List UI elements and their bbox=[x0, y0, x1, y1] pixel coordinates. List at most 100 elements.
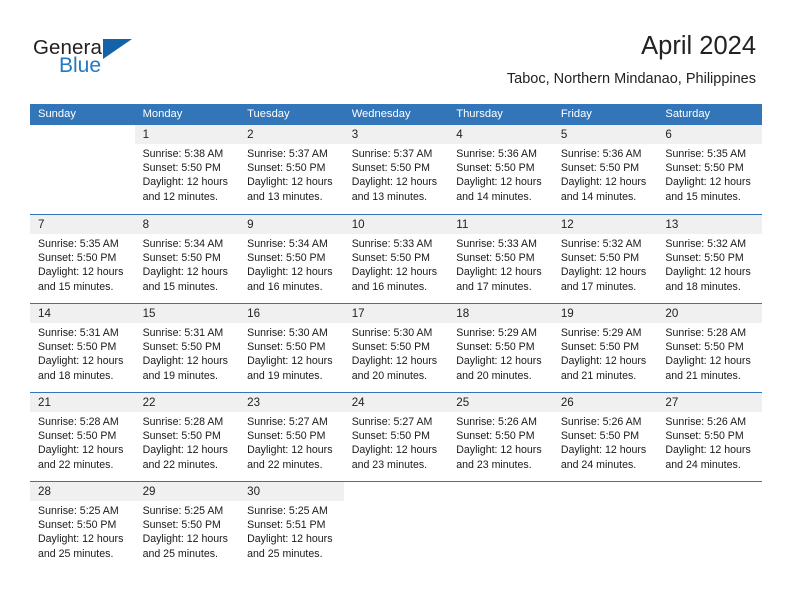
daylight-text-line2: and 22 minutes. bbox=[247, 458, 323, 471]
day-number: 8 bbox=[134, 215, 240, 234]
sunrise-text: Sunrise: 5:37 AM bbox=[351, 148, 433, 160]
daylight-text-line2: and 21 minutes. bbox=[665, 369, 741, 382]
sunset-text: Sunset: 5:50 PM bbox=[665, 162, 744, 175]
sunrise-text: Sunrise: 5:33 AM bbox=[351, 238, 433, 250]
day-number: 5 bbox=[552, 125, 658, 144]
page-subtitle: Taboc, Northern Mindanao, Philippines bbox=[506, 71, 756, 87]
calendar-day-cell[interactable]: 10 Sunrise: 5:33 AM Sunset: 5:50 PM Dayligh… bbox=[343, 215, 449, 303]
calendar-day-cell[interactable]: 23 Sunrise: 5:27 AM Sunset: 5:50 PM Dayligh… bbox=[239, 393, 344, 481]
sunset-text: Sunset: 5:50 PM bbox=[142, 341, 221, 354]
calendar-day-cell[interactable]: 30 Sunrise: 5:25 AM Sunset: 5:51 PM Dayligh… bbox=[239, 482, 344, 570]
calendar-day-cell-empty bbox=[553, 482, 658, 570]
daylight-text-line2: and 25 minutes. bbox=[142, 547, 218, 560]
calendar-day-cell[interactable]: 26 Sunrise: 5:26 AM Sunset: 5:50 PM Dayligh… bbox=[552, 393, 658, 481]
daylight-text-line1: Daylight: 12 hours bbox=[38, 266, 124, 279]
day-number: 27 bbox=[657, 393, 762, 412]
logo-text-blue: Blue bbox=[59, 54, 102, 77]
calendar-day-cell[interactable]: 18 Sunrise: 5:29 AM Sunset: 5:50 PM Dayligh… bbox=[448, 304, 553, 392]
calendar-day-cell[interactable]: 2 Sunrise: 5:37 AM Sunset: 5:50 PM Daylight… bbox=[239, 125, 344, 214]
day-details: Sunrise: 5:25 AM Sunset: 5:50 PM Daylight:… bbox=[135, 501, 240, 561]
sunrise-text: Sunrise: 5:30 AM bbox=[351, 327, 433, 339]
calendar-day-cell[interactable]: 20 Sunrise: 5:28 AM Sunset: 5:50 PM Dayligh… bbox=[657, 304, 762, 392]
weekday-header-monday: Monday bbox=[142, 108, 183, 120]
day-details: Sunrise: 5:28 AM Sunset: 5:50 PM Daylight:… bbox=[30, 412, 135, 472]
sunrise-text: Sunrise: 5:31 AM bbox=[38, 327, 119, 339]
sunset-text: Sunset: 5:50 PM bbox=[38, 519, 117, 532]
sunset-text: Sunset: 5:50 PM bbox=[351, 252, 431, 265]
sunrise-text: Sunrise: 5:32 AM bbox=[560, 238, 642, 250]
sunset-text: Sunset: 5:50 PM bbox=[351, 341, 431, 354]
calendar-day-cell[interactable]: 12 Sunrise: 5:32 AM Sunset: 5:50 PM Dayligh… bbox=[552, 215, 658, 303]
calendar-day-cell[interactable]: 24 Sunrise: 5:27 AM Sunset: 5:50 PM Dayligh… bbox=[343, 393, 449, 481]
calendar-day-cell[interactable]: 15 Sunrise: 5:31 AM Sunset: 5:50 PM Dayligh… bbox=[134, 304, 240, 392]
sunset-text: Sunset: 5:50 PM bbox=[456, 252, 535, 265]
daylight-text-line1: Daylight: 12 hours bbox=[247, 176, 333, 189]
day-number: 10 bbox=[343, 215, 449, 234]
day-details: Sunrise: 5:37 AM Sunset: 5:50 PM Daylight:… bbox=[239, 144, 344, 204]
calendar-day-cell[interactable]: 3 Sunrise: 5:37 AM Sunset: 5:50 PM Daylight… bbox=[343, 125, 449, 214]
sunrise-text: Sunrise: 5:37 AM bbox=[247, 148, 328, 160]
daylight-text-line1: Daylight: 12 hours bbox=[142, 355, 228, 368]
calendar-day-cell[interactable]: 6 Sunrise: 5:35 AM Sunset: 5:50 PM Daylight… bbox=[657, 125, 762, 214]
sunrise-text: Sunrise: 5:30 AM bbox=[247, 327, 328, 339]
sunset-text: Sunset: 5:50 PM bbox=[456, 430, 535, 443]
day-details: Sunrise: 5:36 AM Sunset: 5:50 PM Daylight:… bbox=[448, 144, 553, 204]
calendar-day-cell[interactable]: 22 Sunrise: 5:28 AM Sunset: 5:50 PM Dayligh… bbox=[134, 393, 240, 481]
calendar-day-cell[interactable]: 25 Sunrise: 5:26 AM Sunset: 5:50 PM Dayligh… bbox=[448, 393, 553, 481]
sunrise-text: Sunrise: 5:32 AM bbox=[665, 238, 747, 250]
day-number: 11 bbox=[448, 215, 553, 234]
daylight-text-line1: Daylight: 12 hours bbox=[456, 444, 542, 457]
daylight-text-line1: Daylight: 12 hours bbox=[247, 533, 333, 546]
day-details: Sunrise: 5:26 AM Sunset: 5:50 PM Daylight:… bbox=[448, 412, 553, 472]
day-details: Sunrise: 5:26 AM Sunset: 5:50 PM Daylight:… bbox=[657, 412, 762, 472]
sunset-text: Sunset: 5:50 PM bbox=[142, 430, 221, 443]
daylight-text-line2: and 15 minutes. bbox=[38, 280, 114, 293]
calendar-day-cell[interactable]: 28 Sunrise: 5:25 AM Sunset: 5:50 PM Dayligh… bbox=[30, 482, 135, 570]
sunset-text: Sunset: 5:50 PM bbox=[665, 252, 744, 265]
sunrise-text: Sunrise: 5:29 AM bbox=[456, 327, 537, 339]
sunrise-text: Sunrise: 5:36 AM bbox=[456, 148, 537, 160]
calendar-day-cell[interactable]: 16 Sunrise: 5:30 AM Sunset: 5:50 PM Dayligh… bbox=[239, 304, 344, 392]
daylight-text-line1: Daylight: 12 hours bbox=[247, 355, 333, 368]
daylight-text-line2: and 22 minutes. bbox=[142, 458, 218, 471]
daylight-text-line1: Daylight: 12 hours bbox=[560, 266, 647, 279]
day-number: 7 bbox=[30, 215, 135, 234]
calendar-day-cell[interactable]: 19 Sunrise: 5:29 AM Sunset: 5:50 PM Dayligh… bbox=[552, 304, 658, 392]
calendar-day-cell[interactable]: 27 Sunrise: 5:26 AM Sunset: 5:50 PM Dayligh… bbox=[657, 393, 762, 481]
calendar-day-cell[interactable]: 11 Sunrise: 5:33 AM Sunset: 5:50 PM Dayligh… bbox=[448, 215, 553, 303]
daylight-text-line1: Daylight: 12 hours bbox=[247, 266, 333, 279]
day-details: Sunrise: 5:35 AM Sunset: 5:50 PM Daylight:… bbox=[657, 144, 762, 204]
sunset-text: Sunset: 5:50 PM bbox=[38, 252, 117, 265]
daylight-text-line2: and 19 minutes. bbox=[142, 369, 218, 382]
calendar-week-row: 28 Sunrise: 5:25 AM Sunset: 5:50 PM Dayligh… bbox=[30, 481, 762, 570]
calendar-day-cell[interactable]: 13 Sunrise: 5:32 AM Sunset: 5:50 PM Dayligh… bbox=[657, 215, 762, 303]
calendar-day-cell[interactable]: 1 Sunrise: 5:38 AM Sunset: 5:50 PM Daylight… bbox=[134, 125, 240, 214]
weekday-header-thursday: Thursday bbox=[456, 108, 503, 120]
sunset-text: Sunset: 5:50 PM bbox=[142, 162, 221, 175]
calendar-day-cell[interactable]: 14 Sunrise: 5:31 AM Sunset: 5:50 PM Dayligh… bbox=[30, 304, 135, 392]
calendar-day-cell[interactable]: 8 Sunrise: 5:34 AM Sunset: 5:50 PM Daylight… bbox=[134, 215, 240, 303]
calendar-grid: Sunday Monday Tuesday Wednesday Thursday… bbox=[30, 104, 762, 570]
daylight-text-line2: and 23 minutes. bbox=[456, 458, 532, 471]
sunrise-text: Sunrise: 5:28 AM bbox=[38, 416, 119, 428]
day-number: 15 bbox=[134, 304, 240, 323]
calendar-day-cell[interactable]: 7 Sunrise: 5:35 AM Sunset: 5:50 PM Daylight… bbox=[30, 215, 135, 303]
sunrise-text: Sunrise: 5:26 AM bbox=[665, 416, 747, 428]
sunset-text: Sunset: 5:50 PM bbox=[247, 341, 326, 354]
calendar-day-cell[interactable]: 9 Sunrise: 5:34 AM Sunset: 5:50 PM Daylight… bbox=[239, 215, 344, 303]
sunrise-text: Sunrise: 5:25 AM bbox=[142, 505, 224, 517]
calendar-day-cell[interactable]: 5 Sunrise: 5:36 AM Sunset: 5:50 PM Daylight… bbox=[552, 125, 658, 214]
calendar-day-cell[interactable]: 21 Sunrise: 5:28 AM Sunset: 5:50 PM Dayligh… bbox=[30, 393, 135, 481]
day-number: 6 bbox=[657, 125, 762, 144]
calendar-day-cell[interactable]: 4 Sunrise: 5:36 AM Sunset: 5:50 PM Daylight… bbox=[448, 125, 553, 214]
daylight-text-line1: Daylight: 12 hours bbox=[456, 355, 542, 368]
calendar-day-cell[interactable]: 29 Sunrise: 5:25 AM Sunset: 5:50 PM Dayligh… bbox=[134, 482, 240, 570]
daylight-text-line1: Daylight: 12 hours bbox=[142, 176, 228, 189]
sunset-text: Sunset: 5:50 PM bbox=[456, 162, 535, 175]
calendar-day-cell-empty bbox=[657, 482, 762, 570]
daylight-text-line1: Daylight: 12 hours bbox=[351, 176, 438, 189]
sunset-text: Sunset: 5:50 PM bbox=[38, 341, 117, 354]
calendar-day-cell[interactable]: 17 Sunrise: 5:30 AM Sunset: 5:50 PM Dayligh… bbox=[343, 304, 449, 392]
daylight-text-line2: and 16 minutes. bbox=[247, 280, 323, 293]
daylight-text-line2: and 17 minutes. bbox=[456, 280, 532, 293]
